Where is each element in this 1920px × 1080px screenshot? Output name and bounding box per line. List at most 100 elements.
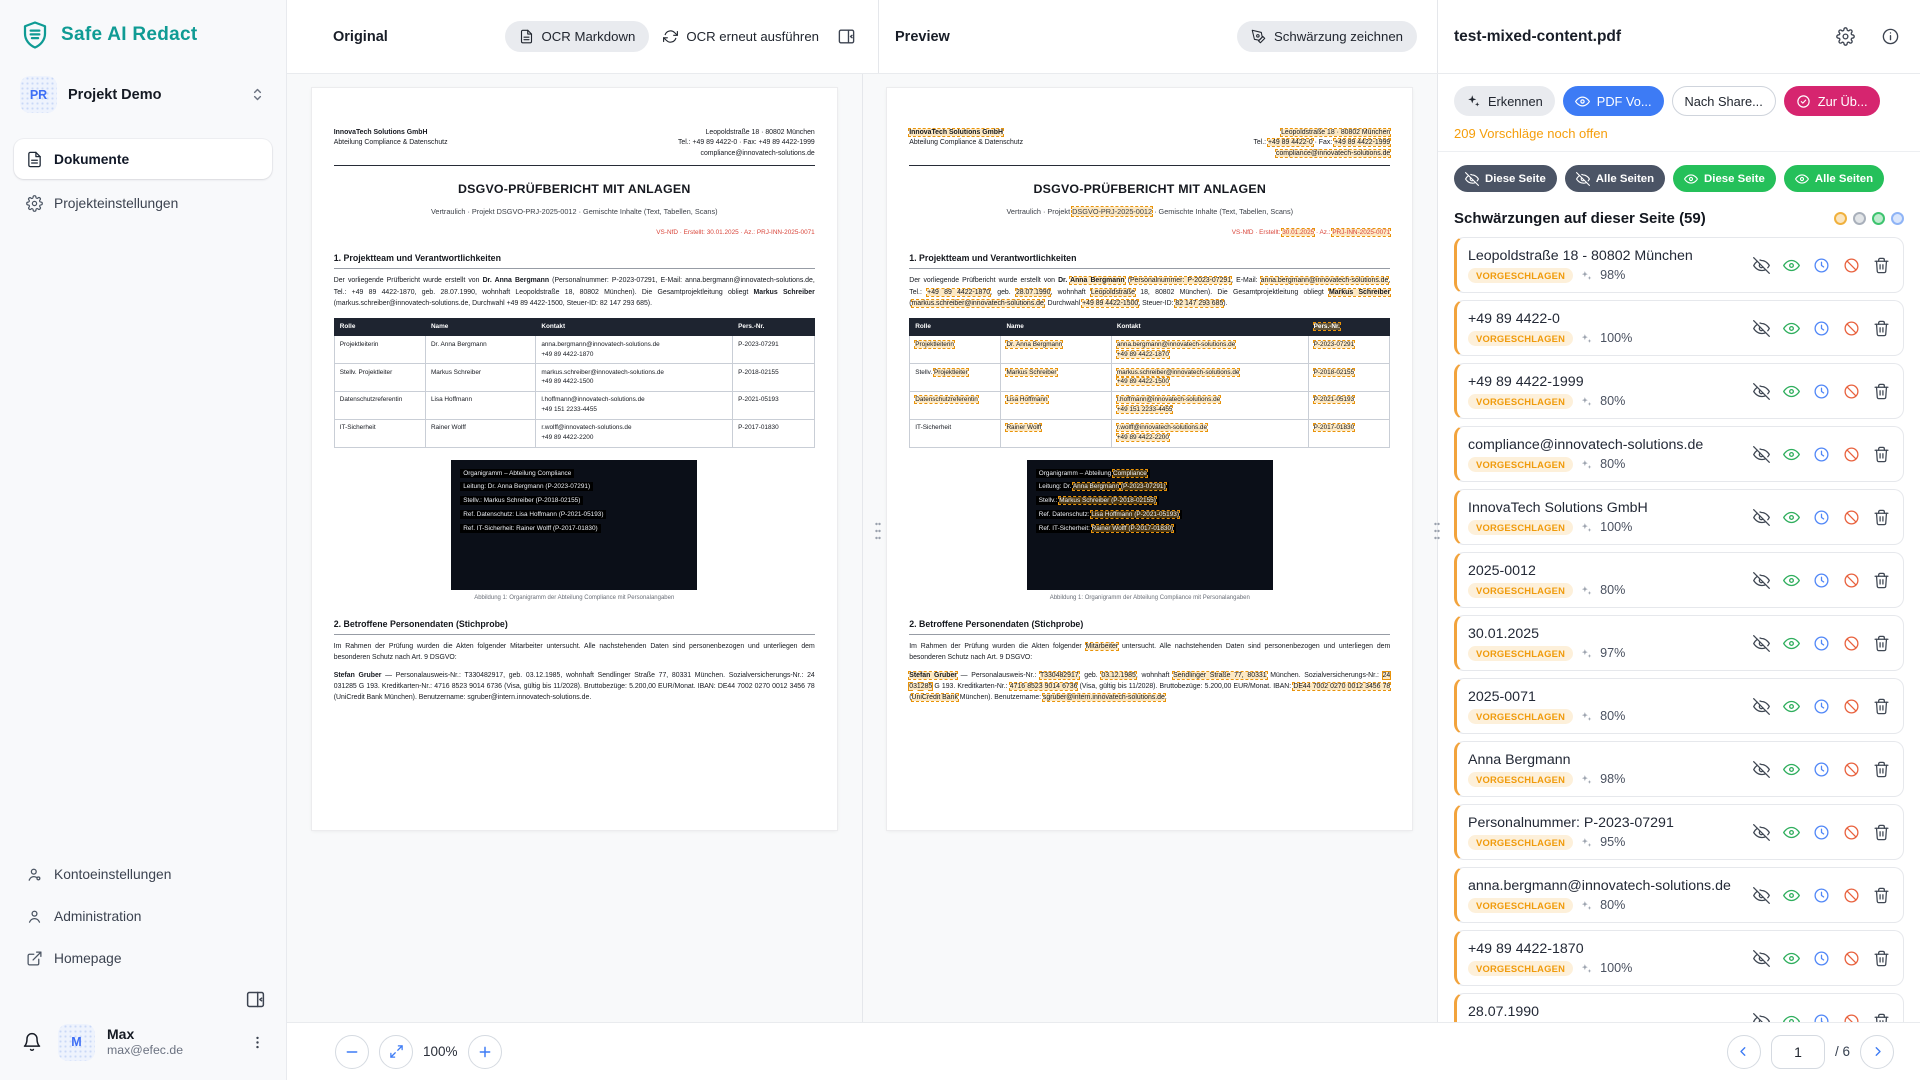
- hide-redaction-icon[interactable]: [1753, 509, 1770, 526]
- settings-gear-icon[interactable]: [1832, 23, 1859, 50]
- delete-trash-icon[interactable]: [1873, 572, 1890, 589]
- pending-clock-icon[interactable]: [1813, 1013, 1830, 1023]
- redaction-item[interactable]: 28.07.1990 VORGESCHLAGEN 100%: [1454, 993, 1904, 1022]
- zoom-in-button[interactable]: [468, 1035, 502, 1069]
- pending-clock-icon[interactable]: [1813, 509, 1830, 526]
- pdf-preview-button[interactable]: PDF Vo...: [1563, 86, 1664, 116]
- reject-ban-icon[interactable]: [1843, 320, 1860, 337]
- detect-button[interactable]: Erkennen: [1454, 86, 1555, 116]
- user-menu-kebab-icon[interactable]: [245, 1030, 270, 1055]
- delete-trash-icon[interactable]: [1873, 509, 1890, 526]
- legend-dot[interactable]: [1872, 212, 1885, 225]
- hide-redaction-icon[interactable]: [1753, 761, 1770, 778]
- share-button[interactable]: Nach Share...: [1672, 86, 1776, 116]
- hide-redaction-icon[interactable]: [1753, 572, 1770, 589]
- hide-redaction-icon[interactable]: [1753, 824, 1770, 841]
- delete-trash-icon[interactable]: [1873, 383, 1890, 400]
- delete-trash-icon[interactable]: [1873, 257, 1890, 274]
- redaction-item[interactable]: +49 89 4422-1870 VORGESCHLAGEN 100%: [1454, 930, 1904, 986]
- legend-dot[interactable]: [1853, 212, 1866, 225]
- reject-ban-icon[interactable]: [1843, 383, 1860, 400]
- hide-redaction-icon[interactable]: [1753, 887, 1770, 904]
- fit-to-screen-button[interactable]: [379, 1035, 413, 1069]
- hide-redaction-icon[interactable]: [1753, 1013, 1770, 1023]
- ocr-markdown-button[interactable]: OCR Markdown: [505, 21, 650, 52]
- show-redaction-icon[interactable]: [1783, 761, 1800, 778]
- redaction-item[interactable]: Personalnummer: P-2023-07291 VORGESCHLAG…: [1454, 804, 1904, 860]
- redaction-item[interactable]: compliance@innovatech-solutions.de VORGE…: [1454, 426, 1904, 482]
- pending-clock-icon[interactable]: [1813, 950, 1830, 967]
- hide-redaction-icon[interactable]: [1753, 635, 1770, 652]
- show-redaction-icon[interactable]: [1783, 1013, 1800, 1023]
- ocr-rerun-button[interactable]: OCR erneut ausführen: [663, 29, 819, 44]
- hide-all-pages-button[interactable]: Alle Seiten: [1565, 165, 1665, 192]
- pending-clock-icon[interactable]: [1813, 635, 1830, 652]
- show-redaction-icon[interactable]: [1783, 824, 1800, 841]
- show-redaction-icon[interactable]: [1783, 887, 1800, 904]
- sidebar-item-homepage[interactable]: Homepage: [14, 938, 272, 978]
- show-redaction-icon[interactable]: [1783, 257, 1800, 274]
- zoom-out-button[interactable]: [335, 1035, 369, 1069]
- hide-redaction-icon[interactable]: [1753, 320, 1770, 337]
- show-redaction-icon[interactable]: [1783, 383, 1800, 400]
- delete-trash-icon[interactable]: [1873, 824, 1890, 841]
- prev-page-button[interactable]: [1727, 1035, 1761, 1069]
- hide-this-page-button[interactable]: Diese Seite: [1454, 165, 1557, 192]
- redaction-item[interactable]: anna.bergmann@innovatech-solutions.de VO…: [1454, 867, 1904, 923]
- pane-resize-handle[interactable]: [872, 517, 884, 545]
- page-number-input[interactable]: [1771, 1035, 1825, 1069]
- pending-clock-icon[interactable]: [1813, 257, 1830, 274]
- reject-ban-icon[interactable]: [1843, 509, 1860, 526]
- reject-ban-icon[interactable]: [1843, 572, 1860, 589]
- delete-trash-icon[interactable]: [1873, 950, 1890, 967]
- reject-ban-icon[interactable]: [1843, 824, 1860, 841]
- project-switcher[interactable]: PR Projekt Demo: [14, 72, 272, 117]
- hide-redaction-icon[interactable]: [1753, 950, 1770, 967]
- draw-redaction-button[interactable]: Schwärzung zeichnen: [1237, 21, 1417, 52]
- reject-ban-icon[interactable]: [1843, 887, 1860, 904]
- show-redaction-icon[interactable]: [1783, 446, 1800, 463]
- reject-ban-icon[interactable]: [1843, 446, 1860, 463]
- reject-ban-icon[interactable]: [1843, 698, 1860, 715]
- legend-dot[interactable]: [1834, 212, 1847, 225]
- reject-ban-icon[interactable]: [1843, 1013, 1860, 1023]
- pending-clock-icon[interactable]: [1813, 383, 1830, 400]
- redaction-item[interactable]: 2025-0012 VORGESCHLAGEN 80%: [1454, 552, 1904, 608]
- legend-dot[interactable]: [1891, 212, 1904, 225]
- show-this-page-button[interactable]: Diese Seite: [1673, 165, 1776, 192]
- preview-document-page[interactable]: InnovaTech Solutions GmbH Abteilung Comp…: [887, 88, 1412, 830]
- show-redaction-icon[interactable]: [1783, 635, 1800, 652]
- pending-clock-icon[interactable]: [1813, 824, 1830, 841]
- info-icon[interactable]: [1877, 23, 1904, 50]
- sidebar-item-projekteinstellungen[interactable]: Projekteinstellungen: [14, 183, 272, 223]
- show-redaction-icon[interactable]: [1783, 950, 1800, 967]
- delete-trash-icon[interactable]: [1873, 635, 1890, 652]
- hide-redaction-icon[interactable]: [1753, 446, 1770, 463]
- pending-clock-icon[interactable]: [1813, 887, 1830, 904]
- redaction-item[interactable]: +49 89 4422-1999 VORGESCHLAGEN 80%: [1454, 363, 1904, 419]
- pending-clock-icon[interactable]: [1813, 320, 1830, 337]
- sidebar-item-kontoeinstellungen[interactable]: Kontoeinstellungen: [14, 854, 272, 894]
- notifications-bell-icon[interactable]: [18, 1028, 46, 1056]
- panel-resize-handle[interactable]: [1431, 517, 1443, 545]
- redaction-item[interactable]: Anna Bergmann VORGESCHLAGEN 98%: [1454, 741, 1904, 797]
- next-page-button[interactable]: [1860, 1035, 1894, 1069]
- redaction-item[interactable]: Leopoldstraße 18 - 80802 München VORGESC…: [1454, 237, 1904, 293]
- delete-trash-icon[interactable]: [1873, 320, 1890, 337]
- reject-ban-icon[interactable]: [1843, 257, 1860, 274]
- sidebar-item-administration[interactable]: Administration: [14, 896, 272, 936]
- pending-clock-icon[interactable]: [1813, 446, 1830, 463]
- show-redaction-icon[interactable]: [1783, 572, 1800, 589]
- pending-clock-icon[interactable]: [1813, 698, 1830, 715]
- show-redaction-icon[interactable]: [1783, 320, 1800, 337]
- hide-redaction-icon[interactable]: [1753, 383, 1770, 400]
- hide-redaction-icon[interactable]: [1753, 698, 1770, 715]
- sidebar-collapse-button[interactable]: [241, 985, 270, 1014]
- delete-trash-icon[interactable]: [1873, 887, 1890, 904]
- reject-ban-icon[interactable]: [1843, 635, 1860, 652]
- reject-ban-icon[interactable]: [1843, 761, 1860, 778]
- reject-ban-icon[interactable]: [1843, 950, 1860, 967]
- redaction-item[interactable]: 30.01.2025 VORGESCHLAGEN 97%: [1454, 615, 1904, 671]
- pending-clock-icon[interactable]: [1813, 572, 1830, 589]
- delete-trash-icon[interactable]: [1873, 698, 1890, 715]
